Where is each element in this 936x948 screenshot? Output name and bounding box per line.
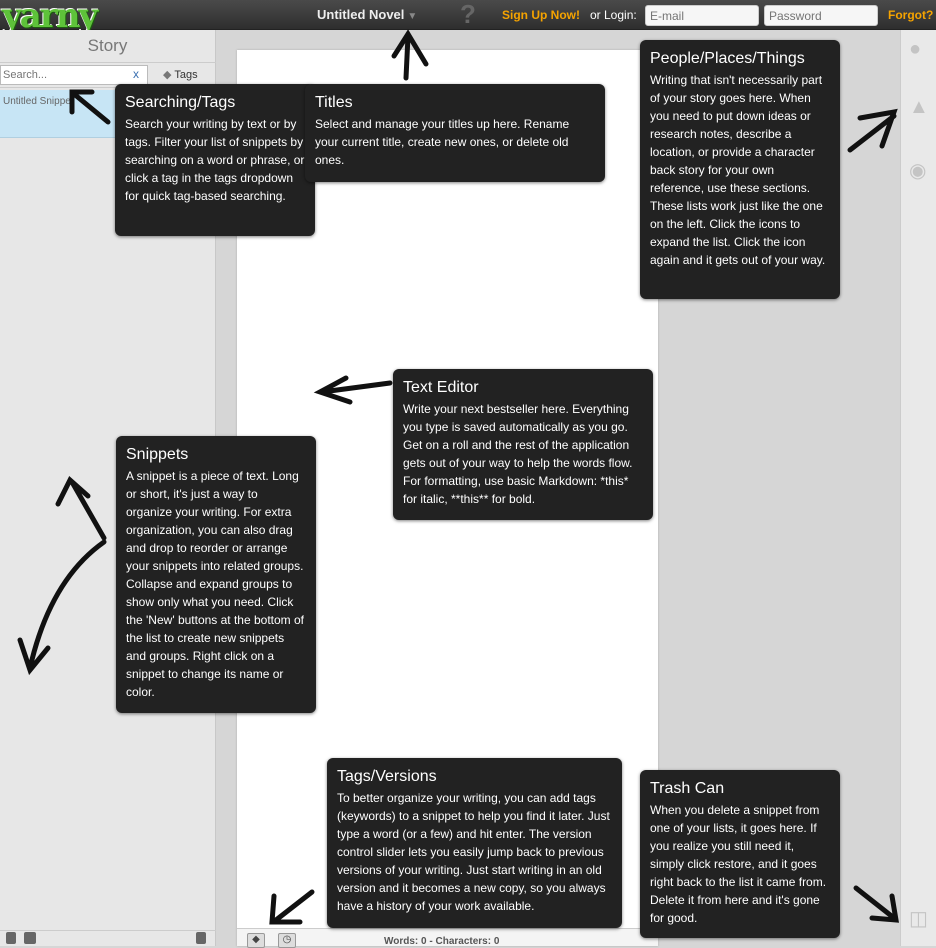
callout-people-places-things: People/Places/Things Writing that isn't n… [640, 40, 840, 299]
login-label: or Login: [590, 8, 637, 22]
signup-link[interactable]: Sign Up Now! [502, 8, 580, 22]
callout-title: Snippets [126, 446, 189, 463]
callout-tags-versions: Tags/Versions To better organize your wri… [327, 758, 622, 928]
callout-body: Select and manage your titles up here. R… [315, 117, 570, 167]
callout-title: Searching/Tags [125, 94, 236, 111]
new-group-icon[interactable] [24, 932, 36, 944]
help-icon[interactable]: ? [460, 0, 476, 30]
callout-body: To better organize your writing, you can… [337, 791, 610, 913]
top-bar: yarny Untitled Novel ▼ ? Sign Up Now! or … [0, 0, 936, 36]
sidebar-heading: Story [87, 36, 128, 55]
title-selector[interactable]: Untitled Novel ▼ [317, 7, 417, 22]
lightbulb-icon[interactable]: ◉ [909, 158, 926, 183]
callout-body: A snippet is a piece of text. Long or sh… [126, 469, 305, 699]
callout-trash-can: Trash Can When you delete a snippet from … [640, 770, 840, 938]
new-snippet-icon[interactable] [6, 932, 16, 944]
tree-icon[interactable]: ▲ [909, 96, 929, 119]
callout-body: Writing that isn't necessarily part of y… [650, 73, 826, 267]
chevron-down-icon: ▼ [407, 11, 418, 22]
arrow-trash [853, 885, 899, 923]
tags-label: Tags [174, 69, 198, 81]
clear-search-button[interactable]: x [133, 67, 139, 81]
callout-body: When you delete a snippet from one of yo… [650, 803, 827, 925]
email-field[interactable] [645, 5, 759, 26]
callout-title: Text Editor [403, 379, 479, 396]
callout-title: Tags/Versions [337, 768, 437, 785]
callout-text-editor: Text Editor Write your next bestseller he… [393, 369, 653, 520]
search-input[interactable] [0, 65, 148, 85]
export-icon[interactable] [196, 932, 206, 944]
password-field[interactable] [764, 5, 878, 26]
tags-dropdown[interactable]: ◆ Tags [163, 68, 198, 81]
person-icon[interactable]: ● [909, 38, 921, 61]
forgot-link[interactable]: Forgot? [888, 8, 933, 22]
callout-title: Titles [315, 94, 353, 111]
sidebar-footer [0, 930, 216, 946]
title-text: Untitled Novel [317, 7, 405, 22]
callout-title: People/Places/Things [650, 50, 805, 67]
tag-icon: ◆ [163, 69, 172, 81]
editor-footer: ◆ ◷ Words: 0 - Characters: 0 [237, 928, 658, 948]
callout-searching-tags: Searching/Tags Search your writing by tex… [115, 84, 315, 236]
callout-title: Trash Can [650, 780, 725, 797]
callout-body: Search your writing by text or by tags. … [125, 117, 305, 203]
callout-titles: Titles Select and manage your titles up h… [305, 84, 605, 182]
arrow-people [847, 108, 898, 153]
word-count: Words: 0 - Characters: 0 [384, 936, 500, 947]
callout-snippets: Snippets A snippet is a piece of text. Lo… [116, 436, 316, 713]
trash-icon[interactable]: ◫ [909, 906, 928, 931]
callout-body: Write your next bestseller here. Everyth… [403, 402, 633, 506]
right-sidebar: ● ▲ ◉ ◫ [900, 30, 936, 946]
